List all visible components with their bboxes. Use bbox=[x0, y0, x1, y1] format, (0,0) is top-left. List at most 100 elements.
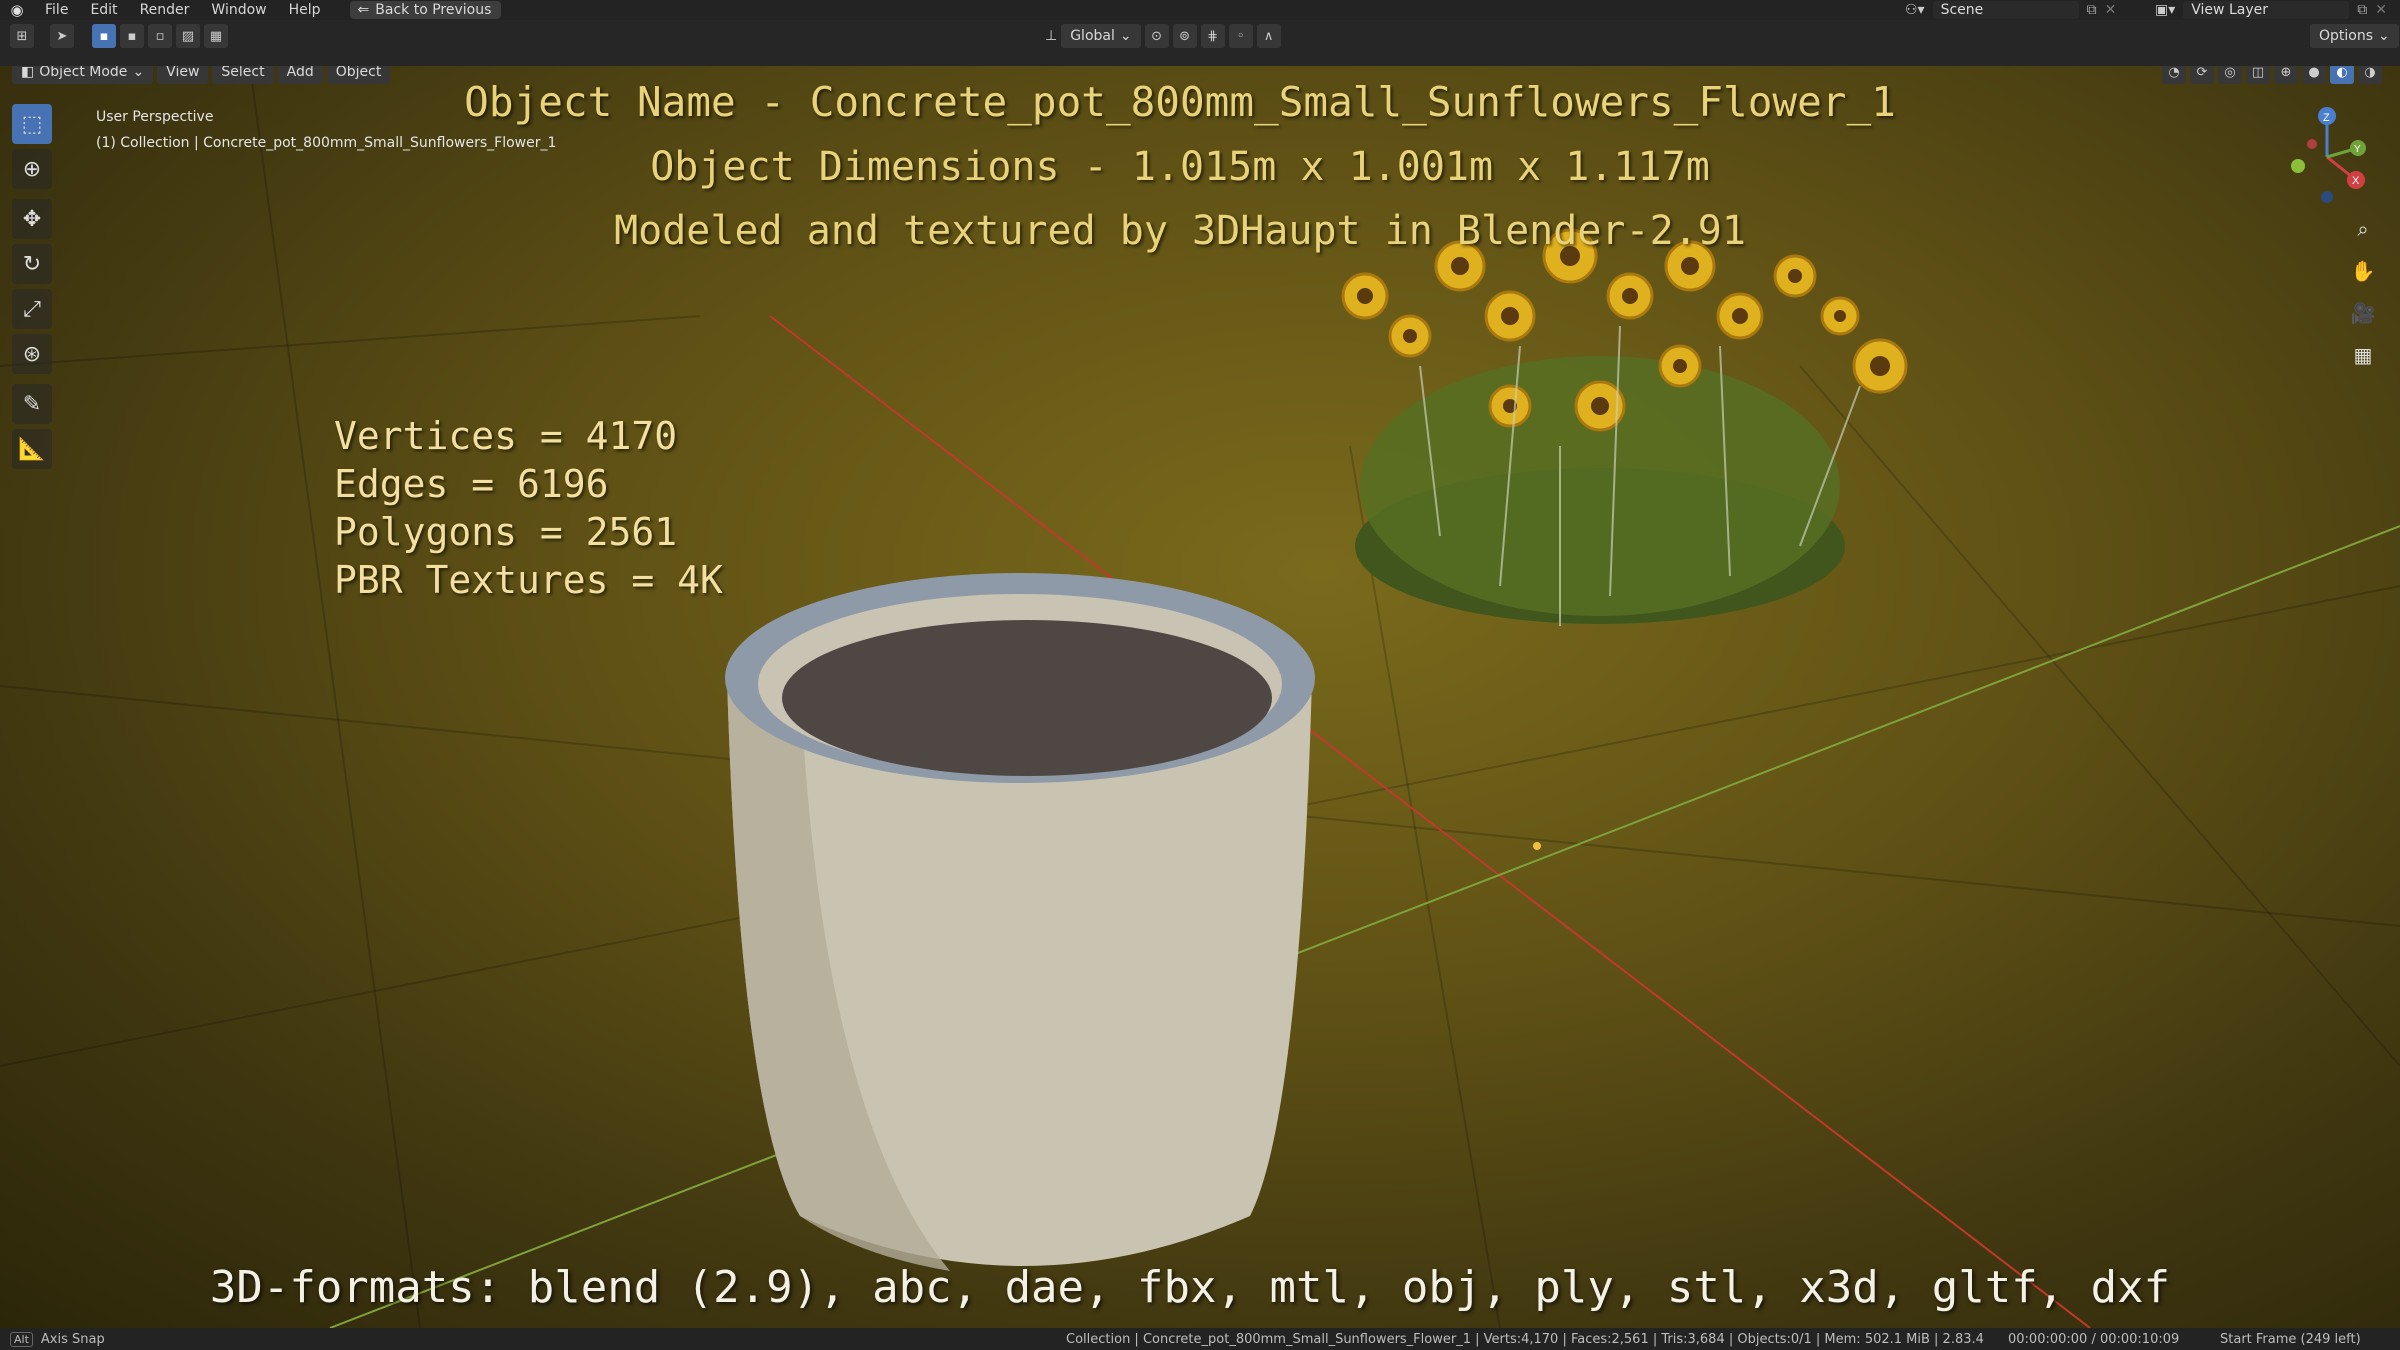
options-label: Options bbox=[2319, 28, 2374, 44]
select-new-icon[interactable]: ▪ bbox=[92, 24, 116, 48]
timecode: 00:00:00:00 / 00:00:10:09 bbox=[2008, 1331, 2180, 1347]
transform-orientation-label: Global bbox=[1070, 28, 1115, 44]
delete-scene-icon[interactable]: ✕ bbox=[2105, 2, 2117, 18]
tool-settings-row: ⊞ ➤ ▪ ▪ ▫ ▨ ▦ bbox=[10, 22, 228, 50]
editor-type-icon[interactable]: ⊞ bbox=[10, 24, 34, 48]
select-intersect-icon[interactable]: ▦ bbox=[204, 24, 228, 48]
y-axis-line bbox=[329, 525, 2400, 1328]
alt-key-hint: Alt bbox=[10, 1331, 33, 1347]
frame-info: Start Frame (249 left) bbox=[2220, 1331, 2361, 1347]
select-menu[interactable]: Select bbox=[212, 66, 274, 84]
top-bar: ◉ File Edit Render Window Help ⇐ Back to… bbox=[0, 0, 2400, 20]
back-to-previous-button[interactable]: ⇐ Back to Previous bbox=[349, 1, 502, 19]
scene-selector: ⚇▾ Scene ⧉ ✕ bbox=[1905, 0, 2116, 20]
delete-view-layer-icon[interactable]: ✕ bbox=[2375, 2, 2387, 18]
pivot-point-icon[interactable]: ⊙ bbox=[1144, 24, 1169, 48]
shading-controls: ◔ ⟳ ◎ ◫ ⊕ ● ◐ ◑ bbox=[2162, 66, 2382, 84]
visibility-icon[interactable]: ◔ bbox=[2162, 66, 2186, 84]
annotate-tool-icon[interactable]: ✎ bbox=[12, 384, 52, 424]
menu-render[interactable]: Render bbox=[129, 0, 201, 20]
scene-statistics: Collection | Concrete_pot_800mm_Small_Su… bbox=[1066, 1331, 1984, 1347]
chevron-down-icon: ⌄ bbox=[2378, 28, 2390, 44]
object-menu[interactable]: Object bbox=[326, 66, 391, 84]
view-layer-icon[interactable]: ▣▾ bbox=[2155, 2, 2175, 18]
view-layer-selector: ▣▾ View Layer ⧉ ✕ bbox=[2155, 0, 2387, 20]
polygons-stat: Polygons = 2561 bbox=[334, 510, 678, 554]
edges-stat: Edges = 6196 bbox=[334, 462, 609, 506]
status-bar: Alt Axis Snap Collection | Concrete_pot_… bbox=[0, 1328, 2400, 1350]
transform-settings: ⊥ Global ⌄ ⊙ ⊚ ⋕ ◦ ∧ bbox=[1045, 22, 1281, 50]
camera-view-icon[interactable]: 🎥 bbox=[2346, 296, 2380, 330]
xray-icon[interactable]: ◫ bbox=[2246, 66, 2270, 84]
collection-label: (1) Collection | Concrete_pot_800mm_Smal… bbox=[96, 135, 557, 151]
menu-help[interactable]: Help bbox=[278, 0, 332, 20]
tool-shelf: ⬚ ⊕ ✥ ↻ ⤢ ⊛ ✎ 📐 bbox=[12, 104, 56, 474]
perspective-toggle-icon[interactable]: ▦ bbox=[2346, 338, 2380, 372]
object-mode-dropdown[interactable]: ◧ Object Mode ⌄ bbox=[12, 66, 154, 84]
select-invert-icon[interactable]: ▨ bbox=[176, 24, 200, 48]
scene-name-field[interactable]: Scene bbox=[1932, 1, 2079, 19]
object-mode-label: Object Mode bbox=[39, 66, 128, 80]
falloff-icon[interactable]: ∧ bbox=[1256, 24, 1281, 48]
zoom-icon[interactable]: ⌕ bbox=[2346, 212, 2380, 246]
gizmo-x-label: X bbox=[2352, 175, 2360, 187]
cursor-tool-icon[interactable]: ⊕ bbox=[12, 149, 52, 189]
viewport-header: ⊞ ➤ ▪ ▪ ▫ ▨ ▦ ⊥ Global ⌄ ⊙ ⊚ ⋕ ◦ ∧ Option… bbox=[0, 20, 2400, 66]
vertices-stat: Vertices = 4170 bbox=[334, 414, 678, 458]
material-preview-shading-icon[interactable]: ◐ bbox=[2330, 66, 2354, 84]
sunflowers-model[interactable] bbox=[1341, 228, 1908, 626]
view-menu[interactable]: View bbox=[157, 66, 209, 84]
gizmo-z-label: Z bbox=[2323, 112, 2330, 124]
gizmo-y-label: Y bbox=[2354, 144, 2361, 155]
viewport-scene bbox=[0, 66, 2400, 1328]
select-box-icon[interactable]: ⬚ bbox=[12, 104, 52, 144]
options-dropdown[interactable]: Options ⌄ bbox=[2310, 24, 2399, 48]
scale-tool-icon[interactable]: ⤢ bbox=[12, 289, 52, 329]
navigation-gizmo[interactable]: Z Y X bbox=[2272, 102, 2382, 212]
snap-target-icon[interactable]: ⋕ bbox=[1200, 24, 1225, 48]
gizmo-toggle-icon[interactable]: ⟳ bbox=[2190, 66, 2214, 84]
menu-window[interactable]: Window bbox=[200, 0, 277, 20]
menu-file[interactable]: File bbox=[34, 0, 79, 20]
origin-point bbox=[1533, 842, 1541, 850]
mesh-stats: Vertices = 4170 Edges = 6196 Polygons = … bbox=[334, 412, 723, 604]
axis-snap-hint: Axis Snap bbox=[40, 1331, 105, 1347]
new-scene-icon[interactable]: ⧉ bbox=[2087, 2, 2097, 18]
select-extend-icon[interactable]: ▪ bbox=[120, 24, 144, 48]
main-menu: File Edit Render Window Help bbox=[34, 0, 332, 20]
select-tool-icon[interactable]: ➤ bbox=[50, 24, 74, 48]
textures-stat: PBR Textures = 4K bbox=[334, 558, 723, 602]
viewport-menu-row: ◧ Object Mode ⌄ View Select Add Object bbox=[12, 66, 391, 84]
rotate-tool-icon[interactable]: ↻ bbox=[12, 244, 52, 284]
snap-icon[interactable]: ⊚ bbox=[1172, 24, 1197, 48]
viewport-info: User Perspective (1) Collection | Concre… bbox=[96, 104, 556, 156]
measure-tool-icon[interactable]: 📐 bbox=[12, 429, 52, 469]
transform-orientation-dropdown[interactable]: Global ⌄ bbox=[1061, 24, 1141, 48]
proportional-edit-icon[interactable]: ◦ bbox=[1228, 24, 1253, 48]
options-area: Options ⌄ bbox=[2310, 22, 2399, 50]
new-view-layer-icon[interactable]: ⧉ bbox=[2357, 2, 2367, 18]
chevron-down-icon: ⌄ bbox=[132, 66, 145, 80]
view-layer-name-field[interactable]: View Layer bbox=[2183, 1, 2350, 19]
transform-tool-icon[interactable]: ⊛ bbox=[12, 334, 52, 374]
move-tool-icon[interactable]: ✥ bbox=[12, 199, 52, 239]
menu-edit[interactable]: Edit bbox=[79, 0, 128, 20]
back-icon: ⇐ bbox=[357, 2, 370, 18]
pan-hand-icon[interactable]: ✋ bbox=[2346, 254, 2380, 288]
wireframe-shading-icon[interactable]: ⊕ bbox=[2274, 66, 2298, 84]
select-subtract-icon[interactable]: ▫ bbox=[148, 24, 172, 48]
blender-logo-icon[interactable]: ◉ bbox=[0, 0, 34, 20]
solid-shading-icon[interactable]: ● bbox=[2302, 66, 2326, 84]
object-mode-icon: ◧ bbox=[21, 66, 35, 80]
orientation-icon: ⊥ bbox=[1045, 28, 1058, 44]
credit-text: Modeled and textured by 3DHaupt in Blend… bbox=[614, 208, 1746, 254]
chevron-down-icon: ⌄ bbox=[1119, 28, 1132, 44]
3d-viewport[interactable]: Object Name - Concrete_pot_800mm_Small_S… bbox=[0, 66, 2400, 1328]
scene-icon[interactable]: ⚇▾ bbox=[1905, 2, 1925, 18]
add-menu[interactable]: Add bbox=[277, 66, 323, 84]
concrete-pot-model[interactable] bbox=[725, 573, 1315, 1271]
perspective-label: User Perspective bbox=[96, 109, 214, 125]
overlay-toggle-icon[interactable]: ◎ bbox=[2218, 66, 2242, 84]
rendered-shading-icon[interactable]: ◑ bbox=[2358, 66, 2382, 84]
back-to-previous-label: Back to Previous bbox=[375, 2, 492, 18]
